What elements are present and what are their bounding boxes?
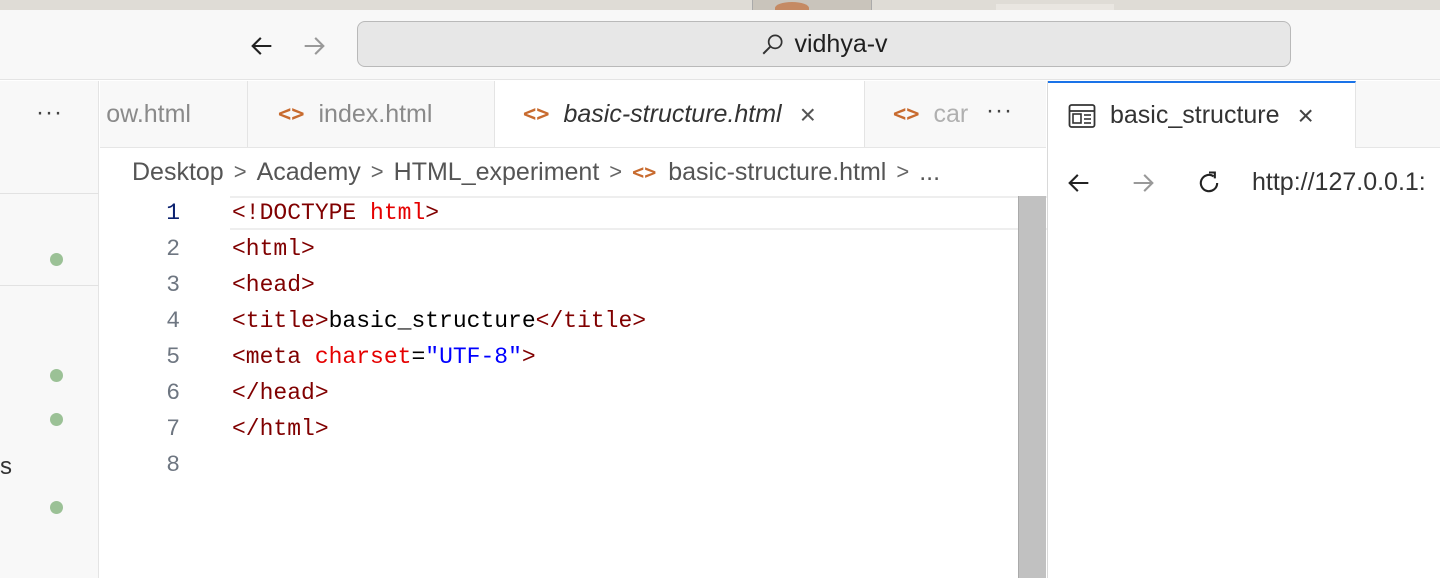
breadcrumb-item[interactable]: HTML_experiment [394,158,600,187]
code-line[interactable]: 2 <html> [100,231,1018,267]
code-token: </title> [535,308,647,334]
code-token: <head> [232,272,315,298]
code-text: <html> [232,236,315,262]
search-icon [763,34,783,55]
tab-basic-structure-html[interactable]: <> basic-structure.html × [495,81,865,147]
code-token: "UTF-8" [425,344,522,370]
breadcrumb-item[interactable]: Academy [257,158,361,187]
chevron-right-icon: > [370,159,384,184]
code-token: </head> [232,380,329,406]
code-token: <html> [232,236,315,262]
line-number: 8 [166,452,180,478]
code-token: > [425,200,440,226]
arrow-left-icon [1068,174,1089,192]
preview-back-button[interactable] [1064,168,1094,198]
code-token: charset [314,344,412,370]
code-file-icon: <> [893,102,920,127]
line-number: 2 [166,236,180,262]
code-line[interactable]: 3 <head> [100,267,1018,303]
tab-label: car [933,100,969,128]
reload-button[interactable] [1194,168,1224,198]
line-number: 3 [166,272,180,298]
code-line[interactable]: 8 [100,447,1018,483]
line-number: 6 [166,380,180,406]
git-status-dot [50,413,63,426]
code-token: > [521,344,536,370]
code-line[interactable]: 7 </html> [100,411,1018,447]
arrow-left-icon [251,37,272,55]
code-token: html [370,200,426,226]
code-line[interactable]: 6 </head> [100,375,1018,411]
chevron-right-icon: > [609,159,623,184]
forward-button[interactable] [298,30,330,62]
code-file-icon: <> [523,102,550,127]
divider [0,285,99,286]
breadcrumb-item[interactable]: Desktop [132,158,224,187]
preview-url-field[interactable]: http://127.0.0.1: [1252,168,1426,197]
line-number: 7 [166,416,180,442]
git-status-dot [50,253,63,266]
tab-index-html[interactable]: <> index.html [248,81,495,147]
sidebar-item-label[interactable]: s [0,453,12,481]
preview-nav-bar: http://127.0.0.1: [1048,148,1440,218]
tab-partial-html[interactable]: ow.html [100,81,248,147]
background-window-strip [0,0,1440,14]
back-button[interactable] [246,30,278,62]
more-actions-button[interactable]: ··· [986,97,1013,125]
code-text: <!DOCTYPE html> [232,200,439,226]
reload-icon [1199,171,1219,193]
line-number: 1 [166,200,180,226]
live-preview-pane: basic_structure × http://127.0.0.1: [1047,81,1440,578]
divider [0,193,99,194]
more-actions-button[interactable]: ··· [36,99,63,127]
git-status-dot [50,369,63,382]
preview-tab-bar: basic_structure × [1048,81,1440,148]
breadcrumb-item[interactable]: basic-structure.html [668,158,886,187]
close-icon[interactable]: × [800,99,816,131]
editor-scrollbar[interactable] [1018,196,1046,578]
tab-partial-car[interactable]: <> car [865,81,1046,147]
browser-preview-icon [1068,103,1096,128]
code-file-icon: <> [278,102,305,127]
tab-label: index.html [318,100,433,128]
search-text: vidhya-v [794,29,888,58]
breadcrumb-item[interactable]: ... [919,158,940,187]
command-center-search[interactable]: vidhya-v [357,21,1291,67]
window-thumbnail [752,0,872,14]
code-token: <meta [232,344,315,370]
code-text: </head> [232,380,329,406]
preview-forward-button[interactable] [1128,168,1158,198]
arrow-right-icon [304,37,325,55]
code-token: basic_structure [328,308,536,334]
code-text: <title>basic_structure</title> [232,308,646,334]
explorer-sidebar: ··· s [0,81,99,578]
preview-tab-label: basic_structure [1110,101,1280,129]
code-token: = [411,344,426,370]
code-token: <!DOCTYPE [232,200,371,226]
line-number: 5 [166,344,180,370]
git-status-dot [50,501,63,514]
tab-label: basic-structure.html [563,100,782,128]
code-text: </html> [232,416,329,442]
arrow-right-icon [1133,174,1154,192]
chevron-right-icon: > [896,159,910,184]
code-token: </html> [232,416,329,442]
editor-tab-bar: ow.html <> index.html <> basic-structure… [100,81,1046,148]
code-file-icon: <> [632,160,657,184]
code-editor[interactable]: 1 <!DOCTYPE html> 2 <html> 3 <head> 4 <title>ba… [100,195,1144,578]
tab-label: ow.html [106,100,191,128]
code-line[interactable]: 4 <title>basic_structure</title> [100,303,1018,339]
close-icon[interactable]: × [1298,100,1314,132]
code-line[interactable]: 5 <meta charset="UTF-8"> [100,339,1018,375]
tab-basic-structure-preview[interactable]: basic_structure × [1048,81,1356,148]
code-text: <meta charset="UTF-8"> [232,344,536,370]
breadcrumb: Desktop > Academy > HTML_experiment > <>… [100,148,1046,196]
title-bar: vidhya-v [0,10,1440,80]
chevron-right-icon: > [233,159,247,184]
code-text: <head> [232,272,315,298]
line-number: 4 [166,308,180,334]
code-token: <title> [232,308,329,334]
code-line[interactable]: 1 <!DOCTYPE html> [100,195,1018,231]
